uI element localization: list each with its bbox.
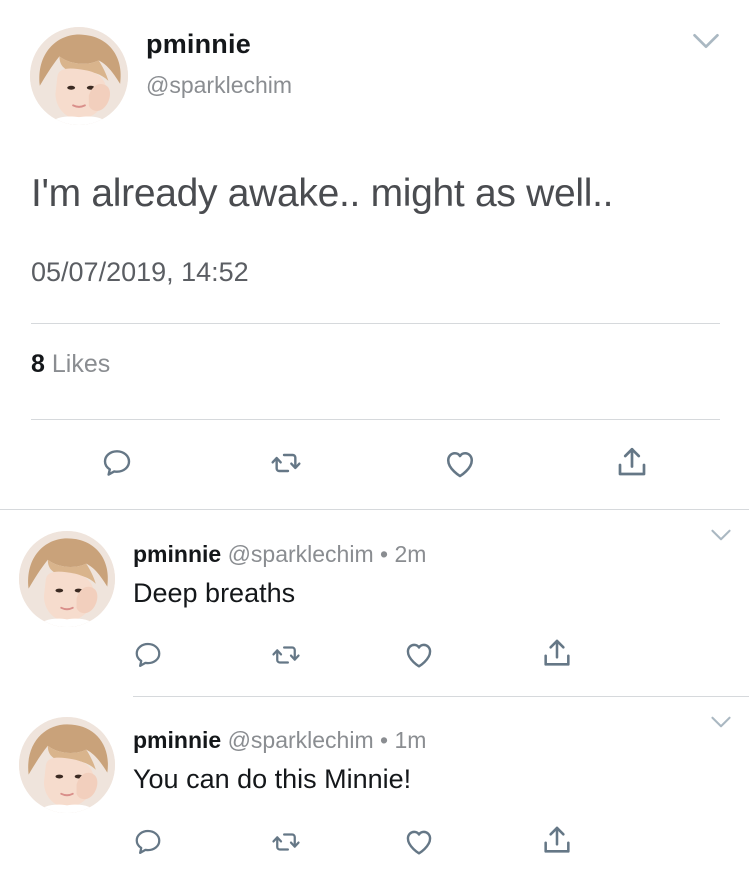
avatar[interactable] <box>30 27 128 125</box>
share-button[interactable] <box>540 823 574 857</box>
retweet-icon <box>270 640 302 670</box>
reply-text: You can do this Minnie! <box>133 764 412 794</box>
heart-icon <box>443 447 477 481</box>
reply-button[interactable] <box>133 640 163 670</box>
reply-button[interactable] <box>133 827 163 857</box>
likes-count: 8 <box>31 350 45 378</box>
share-button[interactable] <box>614 444 650 480</box>
share-icon <box>614 444 650 480</box>
heart-icon <box>403 639 435 671</box>
reply-display-name[interactable]: pminnie <box>133 727 221 753</box>
retweet-button[interactable] <box>270 640 302 670</box>
reply-icon <box>101 447 133 479</box>
reply-age[interactable]: 1m <box>394 727 426 753</box>
avatar[interactable] <box>19 717 115 813</box>
tweet-menu-button[interactable] <box>692 33 720 49</box>
divider <box>31 323 720 324</box>
chevron-down-icon <box>710 716 732 728</box>
tweet-text: I'm already awake.. might as well.. <box>31 172 614 215</box>
chevron-down-icon <box>710 529 732 541</box>
chevron-down-icon <box>692 33 720 49</box>
avatar-image <box>30 27 128 125</box>
reply-icon <box>133 640 163 670</box>
reply-display-name[interactable]: pminnie <box>133 541 221 567</box>
share-icon <box>540 636 574 670</box>
divider <box>133 696 749 697</box>
section-divider <box>0 509 749 510</box>
reply-button[interactable] <box>101 447 133 479</box>
likes-label: Likes <box>51 350 111 378</box>
share-button[interactable] <box>540 636 574 670</box>
tweet-timestamp[interactable]: 05/07/2019, 14:52 <box>31 257 249 288</box>
retweet-icon <box>269 447 303 479</box>
retweet-icon <box>270 827 302 857</box>
likes-summary[interactable]: 8 Likes <box>31 350 110 379</box>
reply-text: Deep breaths <box>133 578 296 608</box>
avatar-image <box>19 717 115 813</box>
reply-separator: • <box>380 727 389 753</box>
like-button[interactable] <box>403 826 435 858</box>
tweet-menu-button[interactable] <box>710 529 732 541</box>
tweet-menu-button[interactable] <box>710 716 732 728</box>
reply-handle[interactable]: @sparklechim <box>228 727 374 753</box>
reply-header: pminnie @sparklechim • 1m <box>133 727 426 754</box>
heart-icon <box>403 826 435 858</box>
retweet-button[interactable] <box>270 827 302 857</box>
avatar-image <box>19 531 115 627</box>
reply-age[interactable]: 2m <box>394 541 426 567</box>
share-icon <box>540 823 574 857</box>
avatar[interactable] <box>19 531 115 627</box>
like-button[interactable] <box>443 447 477 481</box>
author-display-name[interactable]: pminnie <box>146 29 251 60</box>
author-handle[interactable]: @sparklechim <box>146 72 292 99</box>
divider <box>31 419 720 420</box>
reply-separator: • <box>380 541 389 567</box>
reply-icon <box>133 827 163 857</box>
retweet-button[interactable] <box>269 447 303 479</box>
like-button[interactable] <box>403 639 435 671</box>
reply-header: pminnie @sparklechim • 2m <box>133 541 426 568</box>
reply-handle[interactable]: @sparklechim <box>228 541 374 567</box>
